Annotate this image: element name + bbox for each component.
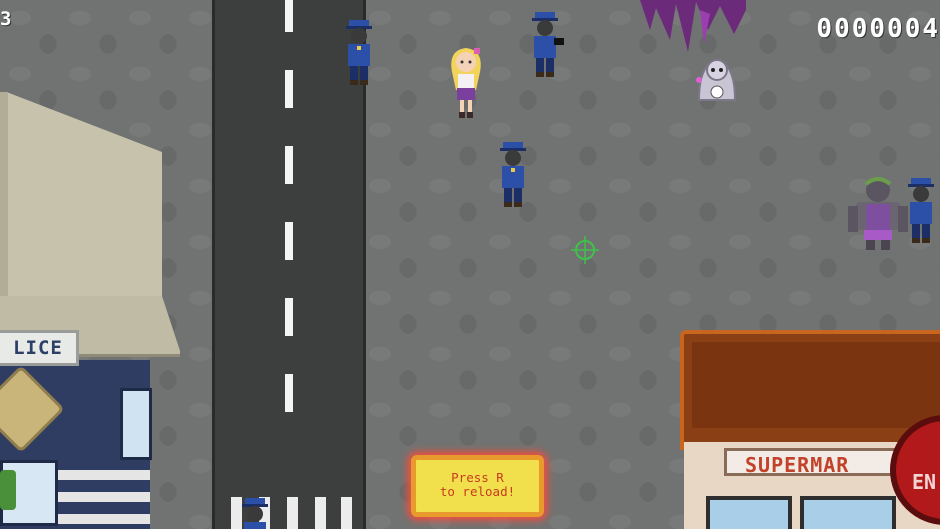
end-button-label: EN xyxy=(912,470,937,494)
plant-decoration xyxy=(0,470,16,510)
police-station-window xyxy=(120,388,152,460)
supermarket-door xyxy=(800,496,896,529)
facade-stripe xyxy=(56,492,150,502)
zombie-enemy xyxy=(848,177,908,250)
police-officer-enemy xyxy=(242,498,268,529)
crosshair-icon xyxy=(571,236,599,264)
ghost-enemy xyxy=(696,58,737,101)
road-dash xyxy=(285,146,293,184)
facade-stripe xyxy=(56,514,150,524)
road-dash xyxy=(285,374,293,412)
reload-prompt: Press R to reload! xyxy=(411,455,544,517)
lives-counter: 3 xyxy=(0,8,13,30)
road-dash xyxy=(285,298,293,336)
supermarket-door xyxy=(706,496,792,529)
reload-prompt-line2: to reload! xyxy=(439,484,516,499)
road-dash xyxy=(285,222,293,260)
police-officer-enemy xyxy=(500,142,526,207)
supermarket-roof-panel xyxy=(692,342,940,428)
reload-prompt-line1: Press R xyxy=(451,470,504,485)
game-scene[interactable]: LICE SUPERMAR EN Press R to reload! 3 00… xyxy=(0,0,940,529)
police-officer-enemy xyxy=(346,20,372,85)
crosswalk-stripe xyxy=(287,497,298,529)
facade-stripe xyxy=(56,470,150,480)
crosswalk-stripe xyxy=(315,497,326,529)
police-officer-enemy xyxy=(532,12,564,77)
score-counter: 0000004 xyxy=(816,14,940,44)
police-officer-enemy xyxy=(908,178,934,243)
player-character xyxy=(451,48,481,118)
crosswalk-stripe xyxy=(341,497,352,529)
road-dash xyxy=(285,70,293,108)
police-station-sign: LICE xyxy=(0,330,79,366)
road-dash xyxy=(285,0,293,32)
